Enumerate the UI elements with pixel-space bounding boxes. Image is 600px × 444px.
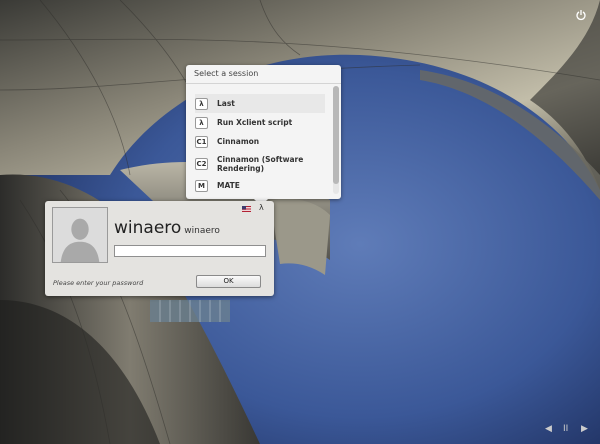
session-item-label: Last (217, 99, 235, 108)
mate-icon: M (195, 179, 208, 192)
session-item-cinnamon-software-rendering[interactable]: C2 Cinnamon (Software Rendering) (195, 151, 325, 176)
username-label: winaero (114, 218, 182, 238)
us-flag-icon[interactable] (242, 206, 251, 212)
session-menu: Select a session λ Last λ Run Xclient sc… (186, 65, 341, 206)
real-name-label: winaero (184, 226, 220, 236)
login-box: λ winaero winaero Please enter your passw… (45, 201, 274, 296)
previous-wallpaper-button[interactable]: ◀ (545, 424, 552, 434)
power-icon (576, 10, 586, 21)
pause-slideshow-button[interactable]: II (563, 424, 568, 434)
ok-button[interactable]: OK (196, 275, 261, 288)
user-silhouette-icon (53, 208, 107, 262)
password-prompt: Please enter your password (53, 279, 144, 287)
cinnamon-icon: C1 (195, 135, 208, 148)
session-item-label: MATE (217, 181, 240, 190)
session-item-label: Cinnamon (217, 137, 260, 146)
session-item-cinnamon[interactable]: C1 Cinnamon (195, 132, 325, 151)
scrollbar-thumb[interactable] (333, 86, 339, 184)
session-scrollbar[interactable] (333, 86, 339, 194)
lambda-icon: λ (195, 116, 208, 129)
session-item-last[interactable]: λ Last (195, 94, 325, 113)
session-item-run-xclient-script[interactable]: λ Run Xclient script (195, 113, 325, 132)
username: winaero winaero (114, 218, 220, 238)
session-item-label: Cinnamon (Software Rendering) (217, 154, 304, 173)
power-button[interactable] (574, 9, 588, 23)
session-selector-button[interactable]: λ (259, 203, 264, 212)
session-item-label: Run Xclient script (217, 118, 293, 127)
next-wallpaper-button[interactable]: ▶ (581, 424, 588, 434)
avatar (52, 207, 108, 263)
lambda-icon: λ (195, 97, 208, 110)
session-menu-header: Select a session (186, 65, 341, 84)
cinnamon-software-icon: C2 (195, 157, 208, 170)
session-item-mate[interactable]: M MATE (195, 176, 325, 195)
password-input[interactable] (114, 245, 266, 257)
